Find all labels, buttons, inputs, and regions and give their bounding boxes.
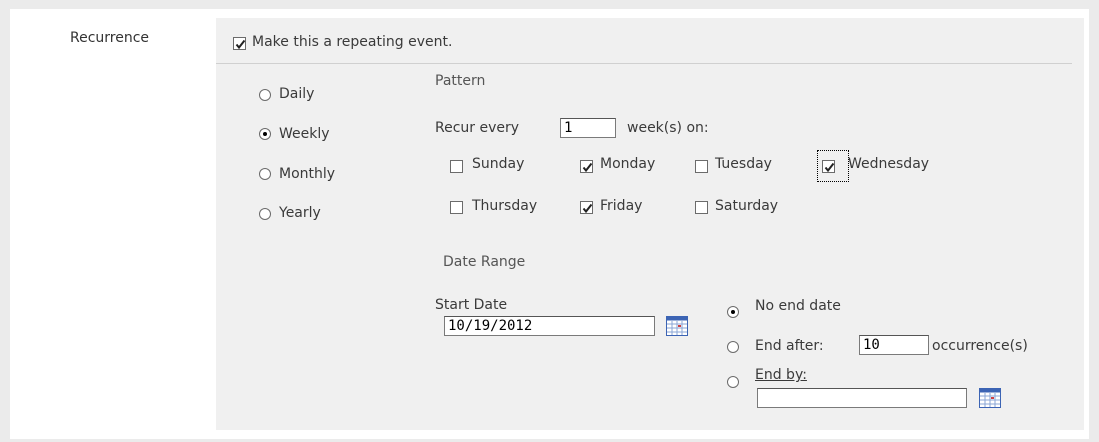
- checkbox-monday[interactable]: [580, 160, 593, 173]
- radio-monthly-label: Monthly: [279, 166, 336, 182]
- monday-label: Monday: [600, 156, 656, 172]
- sunday-label: Sunday: [472, 156, 525, 172]
- end-after-label: End after:: [755, 338, 824, 354]
- recurrence-label: Recurrence: [70, 30, 150, 46]
- radio-end-after[interactable]: [727, 341, 739, 353]
- checkbox-thursday[interactable]: [450, 201, 463, 214]
- recurrence-panel: Make this a repeating event. Daily Weekl…: [216, 18, 1084, 430]
- end-by-input[interactable]: [757, 388, 967, 408]
- thursday-label: Thursday: [472, 198, 538, 214]
- start-date-label: Start Date: [435, 297, 508, 313]
- wednesday-label: Wednesday: [848, 156, 930, 172]
- radio-daily-label: Daily: [279, 86, 315, 102]
- repeat-label: Make this a repeating event.: [252, 34, 453, 50]
- radio-yearly-label: Yearly: [279, 205, 321, 221]
- start-date-input[interactable]: [444, 316, 655, 336]
- radio-no-end-date[interactable]: [727, 306, 739, 318]
- checkbox-saturday[interactable]: [695, 201, 708, 214]
- radio-end-by[interactable]: [727, 376, 739, 388]
- friday-label: Friday: [600, 198, 643, 214]
- checkbox-tuesday[interactable]: [695, 160, 708, 173]
- checkbox-friday[interactable]: [580, 201, 593, 214]
- recur-every-label: Recur every: [435, 120, 520, 136]
- interval-input[interactable]: [560, 118, 616, 138]
- separator: [216, 63, 1072, 64]
- radio-weekly[interactable]: [259, 128, 271, 140]
- calendar-icon[interactable]: [979, 388, 1001, 408]
- calendar-icon[interactable]: [666, 316, 688, 336]
- pattern-heading: Pattern: [435, 73, 486, 89]
- radio-yearly[interactable]: [259, 208, 271, 220]
- checkbox-sunday[interactable]: [450, 160, 463, 173]
- no-end-date-label: No end date: [755, 298, 841, 314]
- repeat-checkbox[interactable]: [233, 37, 246, 50]
- weeks-on-label: week(s) on:: [627, 120, 709, 136]
- saturday-label: Saturday: [715, 198, 779, 214]
- radio-monthly[interactable]: [259, 168, 271, 180]
- tuesday-label: Tuesday: [715, 156, 772, 172]
- end-by-label: End by:: [755, 367, 807, 383]
- checkbox-wednesday[interactable]: [822, 160, 835, 173]
- end-after-input[interactable]: [859, 335, 929, 355]
- occurrences-label: occurrence(s): [932, 338, 1028, 354]
- radio-weekly-label: Weekly: [279, 126, 330, 142]
- date-range-heading: Date Range: [443, 254, 526, 270]
- radio-daily[interactable]: [259, 89, 271, 101]
